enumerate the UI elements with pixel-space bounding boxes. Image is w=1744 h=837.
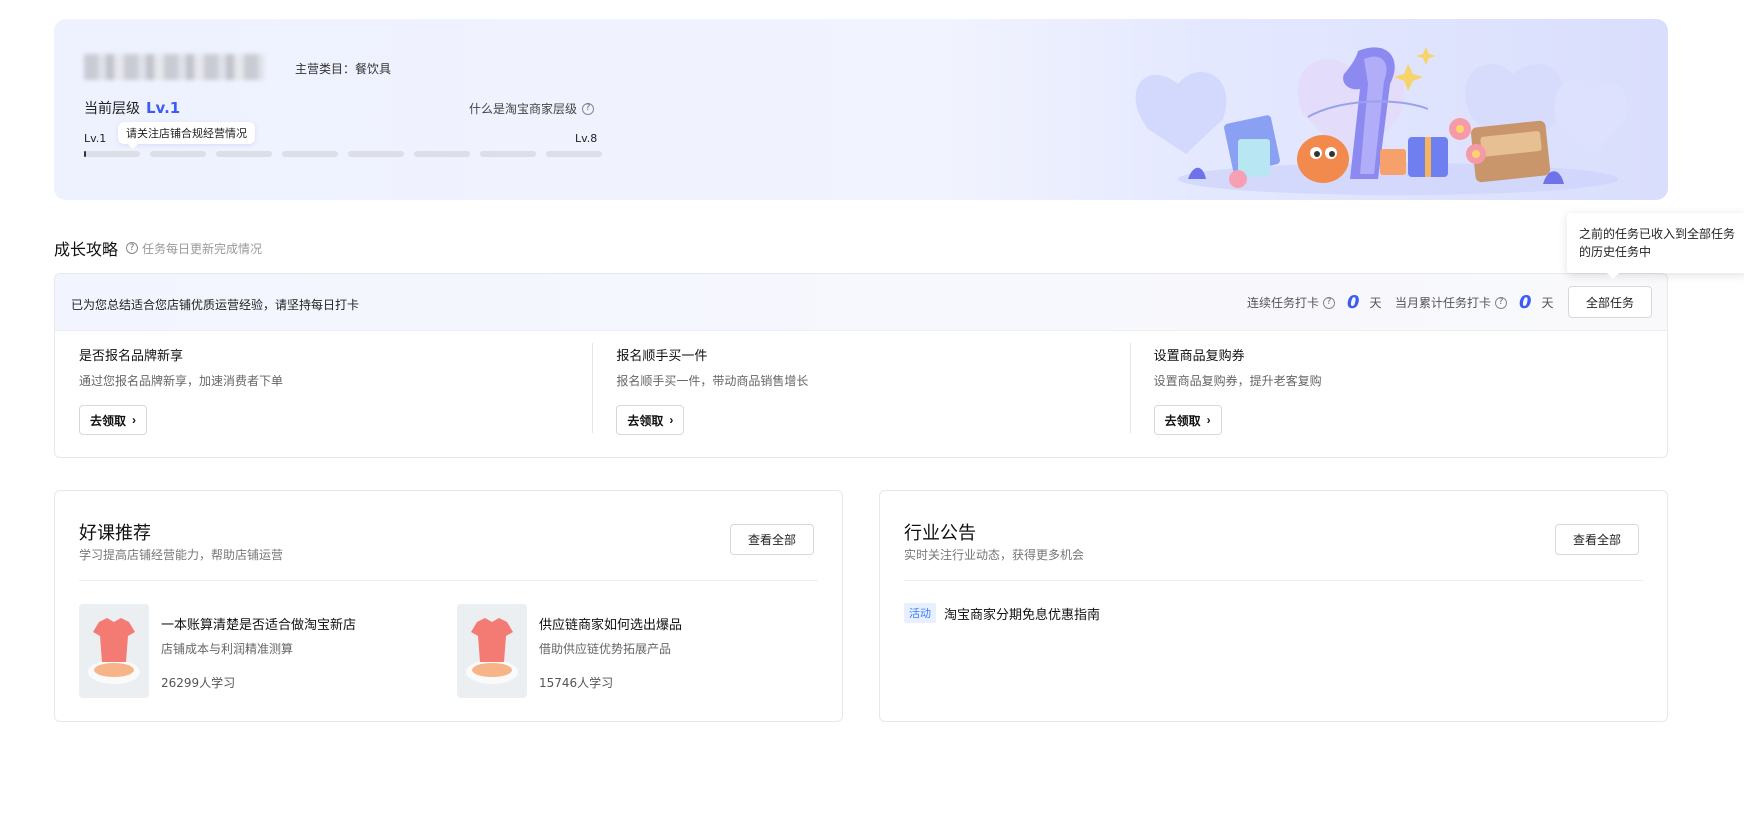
course-item[interactable]: 供应链商家如何选出爆品 借助供应链优势拓展产品 15746人学习 xyxy=(457,604,797,698)
level-tip-bubble: 请关注店铺合规经营情况 xyxy=(118,122,255,149)
task-title: 设置商品复购券 xyxy=(1153,349,1245,364)
what-is-level-text: 什么是淘宝商家层级 xyxy=(469,102,578,116)
monthly-label: 当月累计任务打卡 xyxy=(1395,296,1492,310)
shop-name-blurred xyxy=(84,54,264,80)
task-title: 报名顺手买一件 xyxy=(616,349,708,364)
all-tasks-tooltip: 之前的任务已收入到全部任务的历史任务中 xyxy=(1567,213,1744,279)
course-title: 供应链商家如何选出爆品 xyxy=(539,618,683,633)
course-info: 供应链商家如何选出爆品 借助供应链优势拓展产品 15746人学习 xyxy=(539,604,789,698)
level-end-label: Lv.8 xyxy=(575,132,598,145)
monthly-unit: 天 xyxy=(1541,296,1554,310)
notice-tag: 活动 xyxy=(904,603,936,623)
main-category: 主营类目：餐饮具 xyxy=(295,62,392,76)
view-all-courses-button[interactable]: 查看全部 xyxy=(730,524,814,555)
course-learners: 26299人学习 xyxy=(161,676,236,690)
current-level: 当前层级 Lv.1 xyxy=(84,98,180,118)
monthly-stat: 当月累计任务打卡 ? 0 天 xyxy=(1395,292,1554,313)
view-all-notices-button[interactable]: 查看全部 xyxy=(1555,524,1639,555)
growth-strategy-header: 成长攻略 ? 任务每日更新完成情况 xyxy=(54,236,262,260)
claim-button-label: 去领取 xyxy=(1164,413,1201,428)
level-segment xyxy=(282,151,338,157)
industry-notice-panel: 行业公告 实时关注行业动态，获得更多机会 查看全部 活动 淘宝商家分期免息优惠指… xyxy=(879,490,1668,722)
task-desc: 报名顺手买一件，带动商品销售增长 xyxy=(616,374,809,388)
question-circle-icon: ? xyxy=(582,102,595,115)
notice-item[interactable]: 活动 淘宝商家分期免息优惠指南 xyxy=(904,603,1100,623)
course-thumbnail xyxy=(79,604,149,698)
task-item: 是否报名品牌新享 通过您报名品牌新享，加速消费者下单 去领取 › xyxy=(55,331,592,457)
growth-strategy-subtitle: ? 任务每日更新完成情况 xyxy=(126,240,262,257)
chevron-right-icon: › xyxy=(132,413,137,427)
question-circle-icon[interactable]: ? xyxy=(126,242,139,254)
level-segment xyxy=(216,151,272,157)
claim-button-label: 去领取 xyxy=(90,413,127,428)
growth-strategy-title: 成长攻略 xyxy=(54,240,119,259)
notice-text: 淘宝商家分期免息优惠指南 xyxy=(944,607,1101,623)
what-is-level-link[interactable]: 什么是淘宝商家层级 ? xyxy=(469,100,595,117)
course-title: 一本账算清楚是否适合做淘宝新店 xyxy=(161,618,357,633)
divider xyxy=(79,580,818,581)
streak-value: 0 xyxy=(1347,292,1360,313)
course-desc: 借助供应链优势拓展产品 xyxy=(539,642,672,656)
course-panel-subtitle: 学习提高店铺经营能力，帮助店铺运营 xyxy=(79,548,284,562)
course-item[interactable]: 一本账算清楚是否适合做淘宝新店 店铺成本与利润精准测算 26299人学习 xyxy=(79,604,419,698)
level-segment xyxy=(84,151,140,157)
notice-panel-title: 行业公告 xyxy=(904,523,976,544)
claim-button[interactable]: 去领取 › xyxy=(79,405,148,435)
growth-strategy-subtitle-text: 任务每日更新完成情况 xyxy=(142,241,263,256)
course-panel-title: 好课推荐 xyxy=(79,523,151,544)
task-summary: 已为您总结适合您店铺优质运营经验，请坚持每日打卡 xyxy=(71,298,360,312)
level-segment xyxy=(414,151,470,157)
level-segment xyxy=(546,151,602,157)
task-item: 报名顺手买一件 报名顺手买一件，带动商品销售增长 去领取 › xyxy=(592,331,1129,457)
task-title: 是否报名品牌新享 xyxy=(79,349,184,364)
level-start-label: Lv.1 xyxy=(84,132,107,145)
streak-stat: 连续任务打卡 ? 0 天 xyxy=(1247,292,1382,313)
course-recommend-panel: 好课推荐 学习提高店铺经营能力，帮助店铺运营 查看全部 一本账算清楚是否适合做淘… xyxy=(54,490,843,722)
level-segment xyxy=(348,151,404,157)
divider xyxy=(904,580,1643,581)
course-thumbnail xyxy=(457,604,527,698)
shop-level-banner: 主营类目：餐饮具 当前层级 Lv.1 什么是淘宝商家层级 ? Lv.1 Lv.8 … xyxy=(54,19,1668,200)
task-card-header: 已为您总结适合您店铺优质运营经验，请坚持每日打卡 连续任务打卡 ? 0 天 当月… xyxy=(55,274,1667,331)
task-desc: 通过您报名品牌新享，加速消费者下单 xyxy=(79,374,284,388)
chevron-right-icon: › xyxy=(669,413,674,427)
question-circle-icon[interactable]: ? xyxy=(1495,296,1508,309)
course-desc: 店铺成本与利润精准测算 xyxy=(161,642,294,656)
level-one-illustration xyxy=(1135,47,1628,195)
question-circle-icon[interactable]: ? xyxy=(1323,296,1336,309)
claim-button[interactable]: 去领取 › xyxy=(1153,405,1222,435)
current-level-label: 当前层级 xyxy=(84,101,140,117)
tshirt-thumbnail-icon xyxy=(79,604,149,698)
task-desc: 设置商品复购券，提升老客复购 xyxy=(1153,374,1322,388)
task-item: 设置商品复购券 设置商品复购券，提升老客复购 去领取 › xyxy=(1129,331,1667,457)
streak-unit: 天 xyxy=(1369,296,1382,310)
current-level-value: Lv.1 xyxy=(146,99,181,117)
course-learners: 15746人学习 xyxy=(539,676,614,690)
growth-task-card: 已为您总结适合您店铺优质运营经验，请坚持每日打卡 连续任务打卡 ? 0 天 当月… xyxy=(54,273,1668,458)
claim-button[interactable]: 去领取 › xyxy=(616,405,685,435)
chevron-right-icon: › xyxy=(1206,413,1211,427)
all-tasks-button[interactable]: 全部任务 xyxy=(1568,286,1652,318)
level-segment xyxy=(480,151,536,157)
level-segment xyxy=(150,151,206,157)
notice-panel-subtitle: 实时关注行业动态，获得更多机会 xyxy=(904,548,1085,562)
monthly-value: 0 xyxy=(1519,292,1532,313)
task-list: 是否报名品牌新享 通过您报名品牌新享，加速消费者下单 去领取 › 报名顺手买一件… xyxy=(55,331,1667,457)
course-info: 一本账算清楚是否适合做淘宝新店 店铺成本与利润精准测算 26299人学习 xyxy=(161,604,411,698)
streak-label: 连续任务打卡 xyxy=(1247,296,1320,310)
level-progress-track xyxy=(84,151,602,157)
tshirt-thumbnail-icon xyxy=(457,604,527,698)
claim-button-label: 去领取 xyxy=(627,413,664,428)
